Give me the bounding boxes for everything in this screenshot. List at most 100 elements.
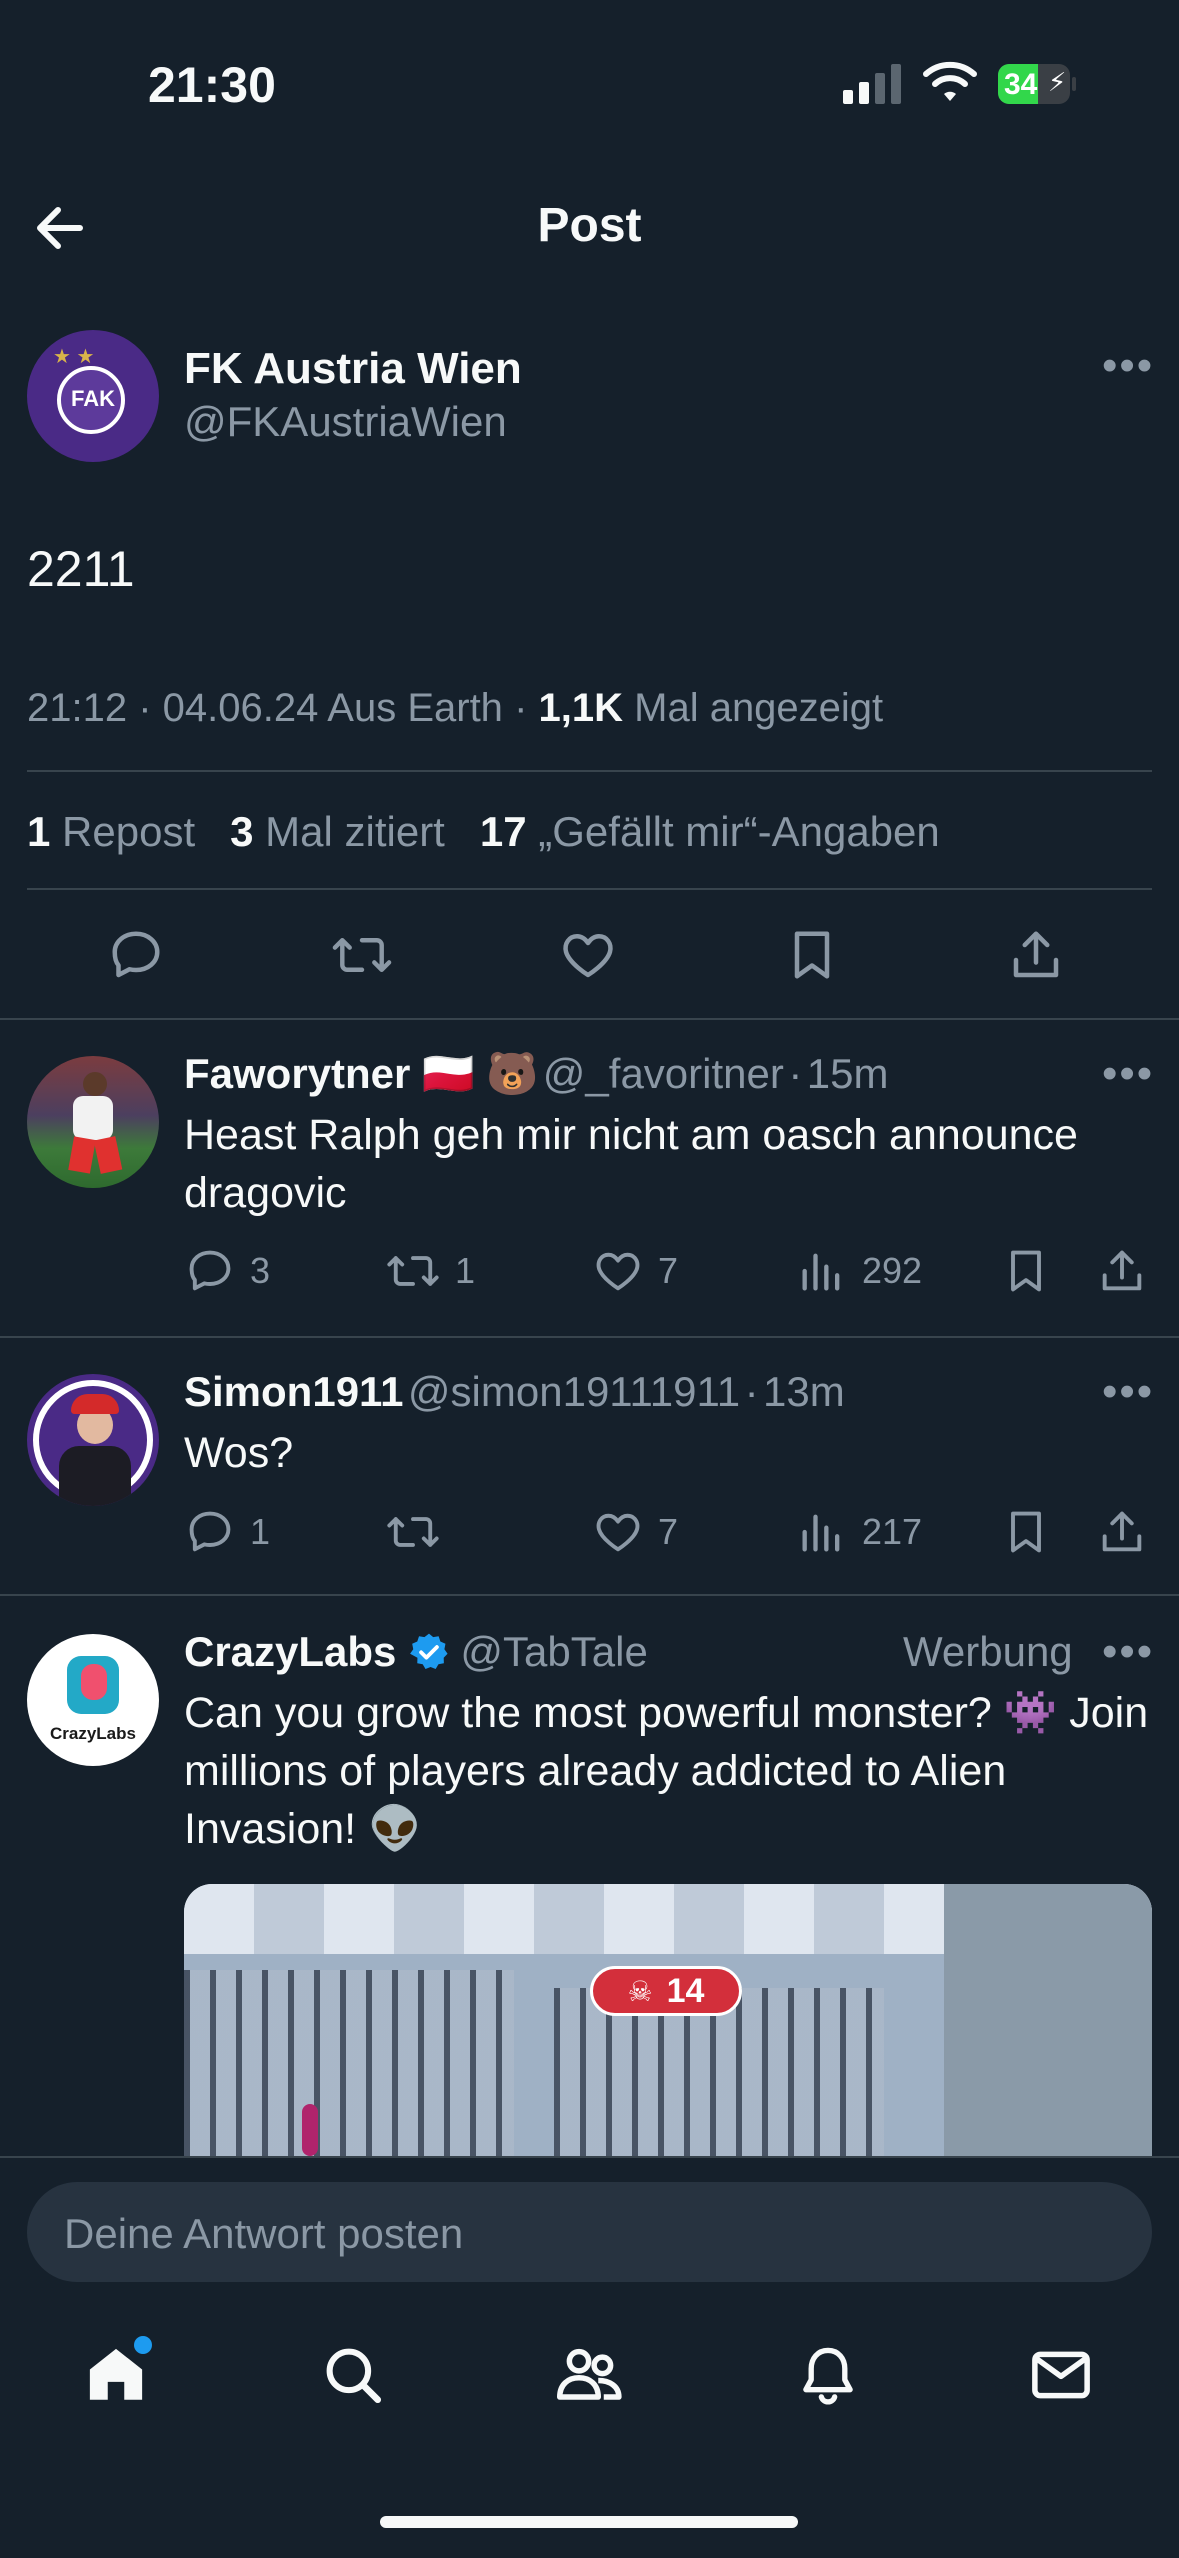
wifi-icon — [922, 60, 978, 109]
bookmark-icon — [794, 931, 830, 979]
reply-share-button[interactable] — [1096, 1506, 1148, 1563]
verified-badge-icon — [410, 1633, 448, 1669]
page-title: Post — [537, 199, 642, 252]
reply-button[interactable] — [106, 925, 166, 990]
views-count[interactable]: 1,1K — [539, 686, 624, 730]
more-options-icon[interactable]: ••• — [1102, 1052, 1154, 1096]
reply-repost-button[interactable]: 1 — [385, 1245, 475, 1297]
skull-icon: ☠ — [627, 1975, 653, 2007]
charging-bolt-icon: ⚡ — [1048, 67, 1067, 97]
share-icon — [1013, 931, 1059, 978]
divider — [27, 770, 1152, 772]
reply-share-button[interactable] — [1096, 1245, 1148, 1302]
reply-repost-button[interactable] — [385, 1506, 455, 1558]
comment-icon — [189, 1511, 231, 1552]
ad-header: CrazyLabs @TabTale — [184, 1628, 648, 1676]
more-options-icon[interactable]: ••• — [1102, 1370, 1154, 1414]
post-location: Aus Earth — [327, 686, 503, 730]
reply-author-name[interactable]: Faworytner 🇵🇱 🐻 — [184, 1050, 538, 1097]
post-text: 2211 — [27, 541, 135, 597]
ad-author-handle[interactable]: @TabTale — [460, 1628, 647, 1676]
reply-author-name[interactable]: Simon1911 — [184, 1368, 403, 1415]
ad-avatar-text: CrazyLabs — [50, 1724, 136, 1743]
bookmark-icon — [1011, 1511, 1041, 1553]
ad-media[interactable]: ☠ 14 — [184, 1884, 1152, 2156]
reposts-stat[interactable]: 1 Repost — [27, 808, 195, 855]
more-options-icon[interactable]: ••• — [1102, 344, 1154, 388]
reply-like-button[interactable]: 7 — [592, 1506, 678, 1558]
reply-bookmark-button[interactable] — [1000, 1506, 1052, 1563]
reply-author-handle[interactable]: @simon19111911 — [408, 1368, 740, 1415]
search-icon — [326, 2348, 382, 2404]
post-date: 04.06.24 — [162, 686, 319, 730]
reply-avatar[interactable] — [27, 1056, 159, 1188]
ad-author-name[interactable]: CrazyLabs — [184, 1628, 396, 1676]
divider — [27, 888, 1152, 890]
tab-notifications[interactable] — [796, 2342, 860, 2413]
heart-icon — [563, 934, 613, 978]
heart-icon — [596, 1513, 640, 1552]
notifications-icon — [803, 2347, 853, 2405]
tab-communities[interactable] — [554, 2342, 626, 2413]
battery-level: 34 — [1004, 68, 1038, 101]
post-meta: 21:12 · 04.06.24 Aus Earth · 1,1K Mal an… — [27, 686, 884, 730]
bookmark-icon — [1011, 1250, 1041, 1292]
repost-icon — [387, 1256, 439, 1286]
reply-time: 13m — [763, 1368, 845, 1415]
author-name[interactable]: FK Austria Wien — [184, 344, 522, 394]
avatar-logo-text: FAK — [71, 386, 115, 411]
reply-bookmark-button[interactable] — [1000, 1245, 1052, 1302]
reply-header: Faworytner 🇵🇱 🐻 @_favoritner · 15m — [184, 1050, 889, 1097]
reply-time: 15m — [806, 1050, 889, 1097]
reply-views-button[interactable]: 292 — [796, 1245, 922, 1297]
like-button[interactable] — [558, 925, 618, 990]
comment-icon — [189, 1250, 231, 1291]
reply-avatar[interactable] — [27, 1374, 159, 1506]
repost-icon — [332, 938, 392, 972]
reply-like-button[interactable]: 7 — [592, 1245, 678, 1297]
ad-media-badge: ☠ 14 — [590, 1966, 742, 2016]
status-time: 21:30 — [148, 57, 276, 113]
ad-text: Can you grow the most powerful monster? … — [184, 1689, 1149, 1853]
reply-views-button[interactable]: 217 — [796, 1506, 922, 1558]
ad-avatar[interactable]: CrazyLabs — [27, 1634, 159, 1766]
analytics-icon — [802, 1514, 840, 1552]
repost-button[interactable] — [330, 925, 394, 990]
share-button[interactable] — [1006, 925, 1066, 990]
reply-header: Simon1911 @simon19111911 · 13m — [184, 1368, 845, 1415]
home-indicator — [380, 2516, 798, 2528]
reply-text: Heast Ralph geh mir nicht am oasch annou… — [184, 1111, 1078, 1217]
reply-input[interactable]: Deine Antwort posten — [27, 2182, 1152, 2282]
divider — [0, 1018, 1179, 1020]
notification-dot — [134, 2336, 152, 2354]
tab-home[interactable] — [82, 2336, 152, 2413]
divider — [0, 1594, 1179, 1596]
heart-icon — [596, 1252, 640, 1291]
more-options-icon[interactable]: ••• — [1102, 1630, 1154, 1674]
reply-author-handle[interactable]: @_favoritner — [543, 1050, 784, 1097]
share-icon — [1102, 1511, 1142, 1552]
post-stats: 1 Repost 3 Mal zitiert 17 „Gefällt mir“-… — [27, 808, 940, 856]
bookmark-button[interactable] — [782, 925, 842, 990]
quotes-stat[interactable]: 3 Mal zitiert — [230, 808, 445, 855]
author-avatar[interactable]: ★ ★ FAK — [27, 330, 159, 462]
tab-search[interactable] — [320, 2342, 386, 2413]
reply-comment-button[interactable]: 3 — [184, 1245, 270, 1297]
signal-icon — [843, 62, 903, 109]
messages-icon — [1032, 2351, 1090, 2399]
analytics-icon — [802, 1253, 840, 1291]
author-handle[interactable]: @FKAustriaWien — [184, 398, 507, 446]
tab-messages[interactable] — [1028, 2342, 1094, 2413]
ad-label: Werbung — [903, 1628, 1073, 1675]
reply-comment-button[interactable]: 1 — [184, 1506, 270, 1558]
divider — [0, 1336, 1179, 1338]
reply-text: Wos? — [184, 1429, 294, 1477]
battery-icon: 34 ⚡ — [998, 64, 1076, 104]
comment-icon — [112, 931, 160, 978]
post-time: 21:12 — [27, 686, 128, 730]
share-icon — [1102, 1250, 1142, 1291]
repost-icon — [387, 1517, 439, 1547]
likes-stat[interactable]: 17 „Gefällt mir“-Angaben — [480, 808, 940, 855]
reply-input-placeholder: Deine Antwort posten — [64, 2210, 464, 2257]
views-label: Mal angezeigt — [634, 686, 884, 730]
